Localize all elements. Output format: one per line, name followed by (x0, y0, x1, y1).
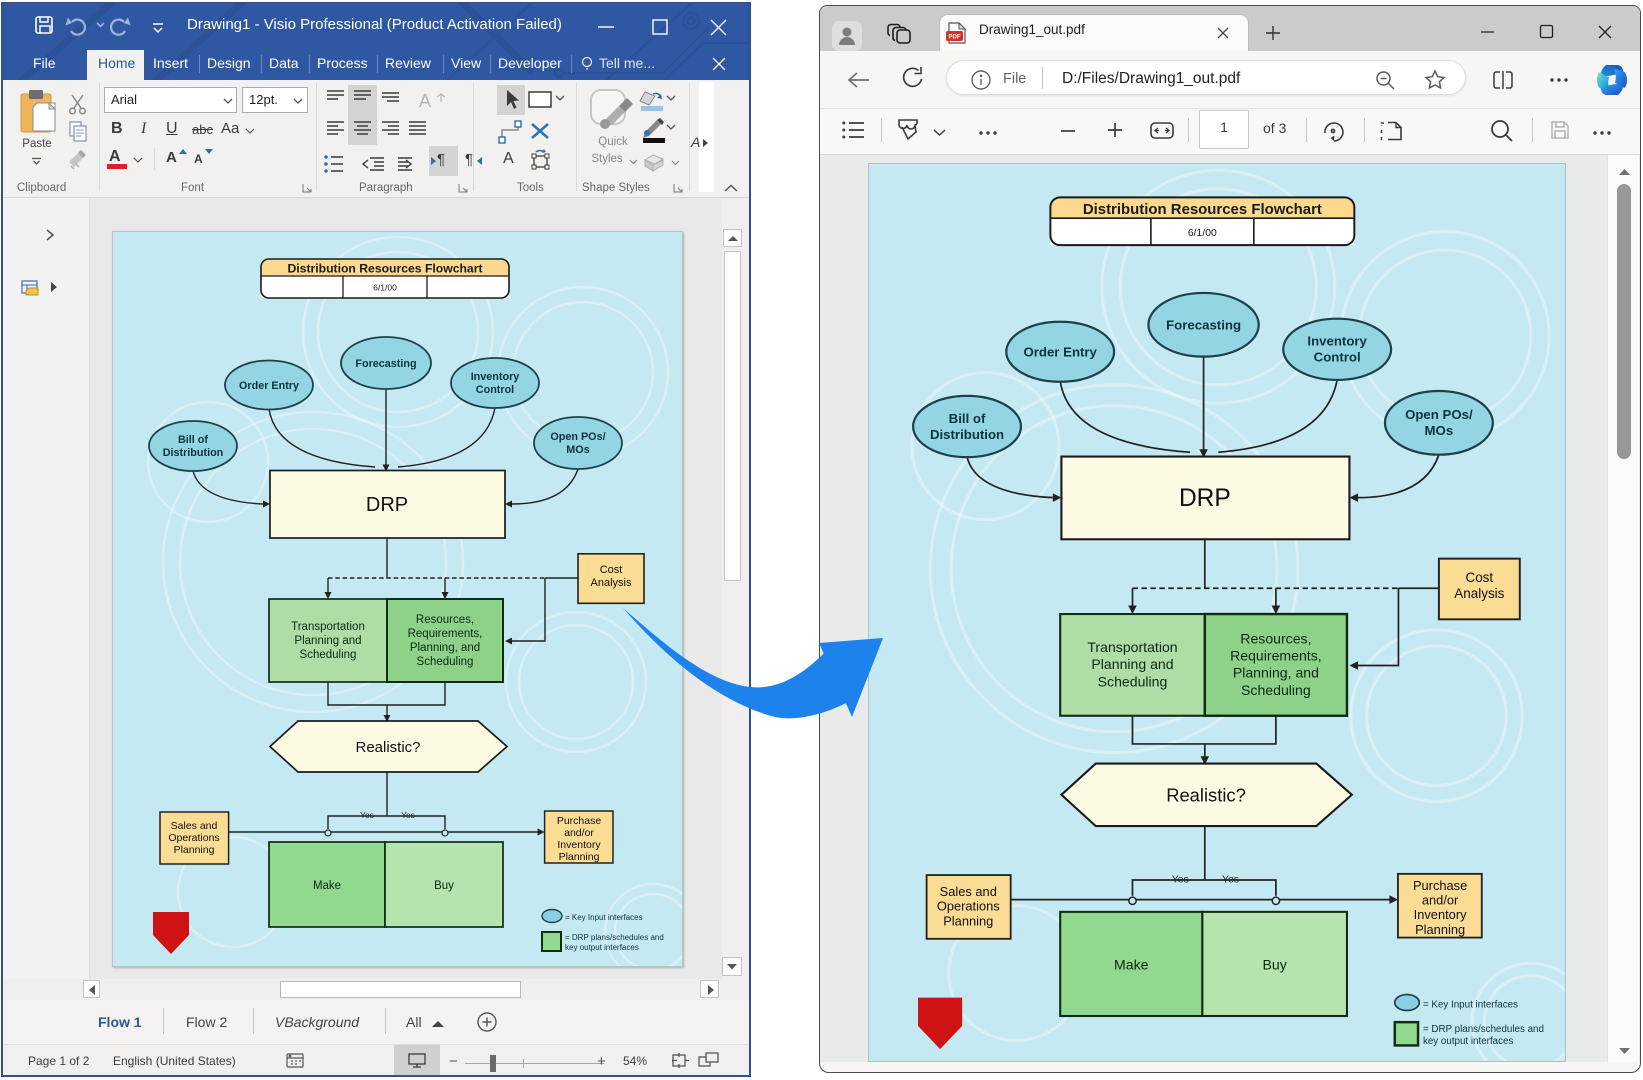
svg-text:PDF: PDF (949, 35, 961, 41)
svg-text:A: A (419, 91, 431, 111)
